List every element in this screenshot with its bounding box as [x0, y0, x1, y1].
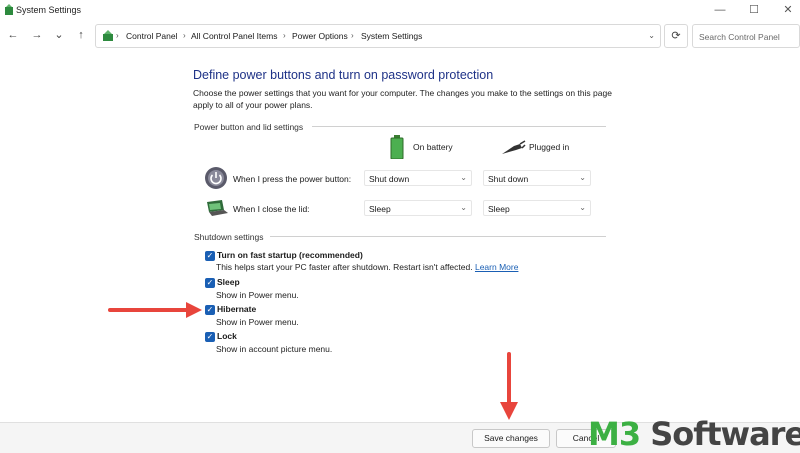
- lock-desc: Show in account picture menu.: [216, 344, 333, 354]
- hibernate-title: Hibernate: [217, 304, 257, 314]
- search-placeholder: Search Control Panel: [699, 32, 780, 42]
- fast-startup-checkbox[interactable]: ✓: [205, 251, 215, 261]
- address-dropdown-icon[interactable]: ⌄: [648, 31, 655, 40]
- chevron-down-icon: ⌄: [460, 173, 467, 182]
- close-button[interactable]: ✕: [780, 2, 796, 18]
- annotation-arrow-right: [108, 302, 202, 318]
- select-value: Shut down: [488, 174, 529, 184]
- watermark-logo: M3 Software: [588, 415, 800, 453]
- recent-locations-icon[interactable]: ⌄: [52, 28, 66, 42]
- maximize-button[interactable]: ☐: [746, 2, 762, 18]
- control-panel-icon: [103, 30, 113, 41]
- section-divider: [312, 126, 606, 127]
- column-plugged-in: Plugged in: [529, 142, 570, 152]
- refresh-button[interactable]: ⟳: [664, 24, 688, 48]
- power-button-battery-select[interactable]: Shut down ⌄: [364, 170, 472, 186]
- title-bar: System Settings — ☐ ✕: [0, 0, 800, 20]
- main-content: Define power buttons and turn on passwor…: [0, 52, 800, 422]
- column-on-battery: On battery: [413, 142, 453, 152]
- breadcrumb-separator: ›: [283, 31, 286, 40]
- battery-icon: [390, 135, 404, 159]
- back-icon[interactable]: ←: [6, 28, 20, 42]
- close-lid-plugged-select[interactable]: Sleep ⌄: [483, 200, 591, 216]
- learn-more-link[interactable]: Learn More: [475, 262, 518, 272]
- sleep-checkbox[interactable]: ✓: [205, 278, 215, 288]
- breadcrumb-power-options[interactable]: Power Options: [292, 31, 348, 41]
- close-lid-label: When I close the lid:: [233, 204, 310, 214]
- app-icon: [5, 4, 13, 15]
- power-button-plugged-select[interactable]: Shut down ⌄: [483, 170, 591, 186]
- save-changes-button[interactable]: Save changes: [472, 429, 550, 448]
- sleep-desc: Show in Power menu.: [216, 290, 299, 300]
- section-divider: [270, 236, 606, 237]
- shutdown-section-label: Shutdown settings: [194, 232, 264, 242]
- minimize-button[interactable]: —: [712, 2, 728, 18]
- power-button-icon: [205, 167, 227, 189]
- breadcrumb-separator: ›: [183, 31, 186, 40]
- lock-checkbox[interactable]: ✓: [205, 332, 215, 342]
- chevron-down-icon: ⌄: [460, 203, 467, 212]
- breadcrumb-system-settings[interactable]: System Settings: [361, 31, 422, 41]
- watermark-software: Software: [640, 415, 800, 453]
- hibernate-desc: Show in Power menu.: [216, 317, 299, 327]
- close-lid-battery-select[interactable]: Sleep ⌄: [364, 200, 472, 216]
- search-input[interactable]: Search Control Panel: [692, 24, 800, 48]
- forward-icon[interactable]: →: [30, 28, 44, 42]
- fast-startup-desc-text: This helps start your PC faster after sh…: [216, 262, 473, 272]
- page-title: Define power buttons and turn on passwor…: [193, 68, 494, 82]
- select-value: Sleep: [488, 204, 510, 214]
- breadcrumb-all-items[interactable]: All Control Panel Items: [191, 31, 277, 41]
- annotation-arrow-down: [500, 352, 518, 420]
- page-description: Choose the power settings that you want …: [193, 88, 612, 110]
- plug-icon: [502, 140, 526, 154]
- up-icon[interactable]: ↑: [74, 28, 88, 42]
- power-button-label: When I press the power button:: [233, 174, 352, 184]
- sleep-title: Sleep: [217, 277, 240, 287]
- breadcrumb-control-panel[interactable]: Control Panel: [126, 31, 178, 41]
- select-value: Sleep: [369, 204, 391, 214]
- power-section-label: Power button and lid settings: [194, 122, 304, 132]
- lock-title: Lock: [217, 331, 237, 341]
- laptop-lid-icon: [207, 200, 228, 216]
- address-bar[interactable]: › Control Panel › All Control Panel Item…: [95, 24, 661, 48]
- window-title: System Settings: [16, 5, 82, 15]
- watermark-m3: M3: [588, 415, 641, 453]
- select-value: Shut down: [369, 174, 410, 184]
- hibernate-checkbox[interactable]: ✓: [205, 305, 215, 315]
- chevron-down-icon: ⌄: [579, 203, 586, 212]
- fast-startup-desc: This helps start your PC faster after sh…: [216, 262, 518, 272]
- fast-startup-title: Turn on fast startup (recommended): [217, 250, 363, 260]
- breadcrumb-separator: ›: [116, 31, 119, 40]
- breadcrumb-separator: ›: [351, 31, 354, 40]
- chevron-down-icon: ⌄: [579, 173, 586, 182]
